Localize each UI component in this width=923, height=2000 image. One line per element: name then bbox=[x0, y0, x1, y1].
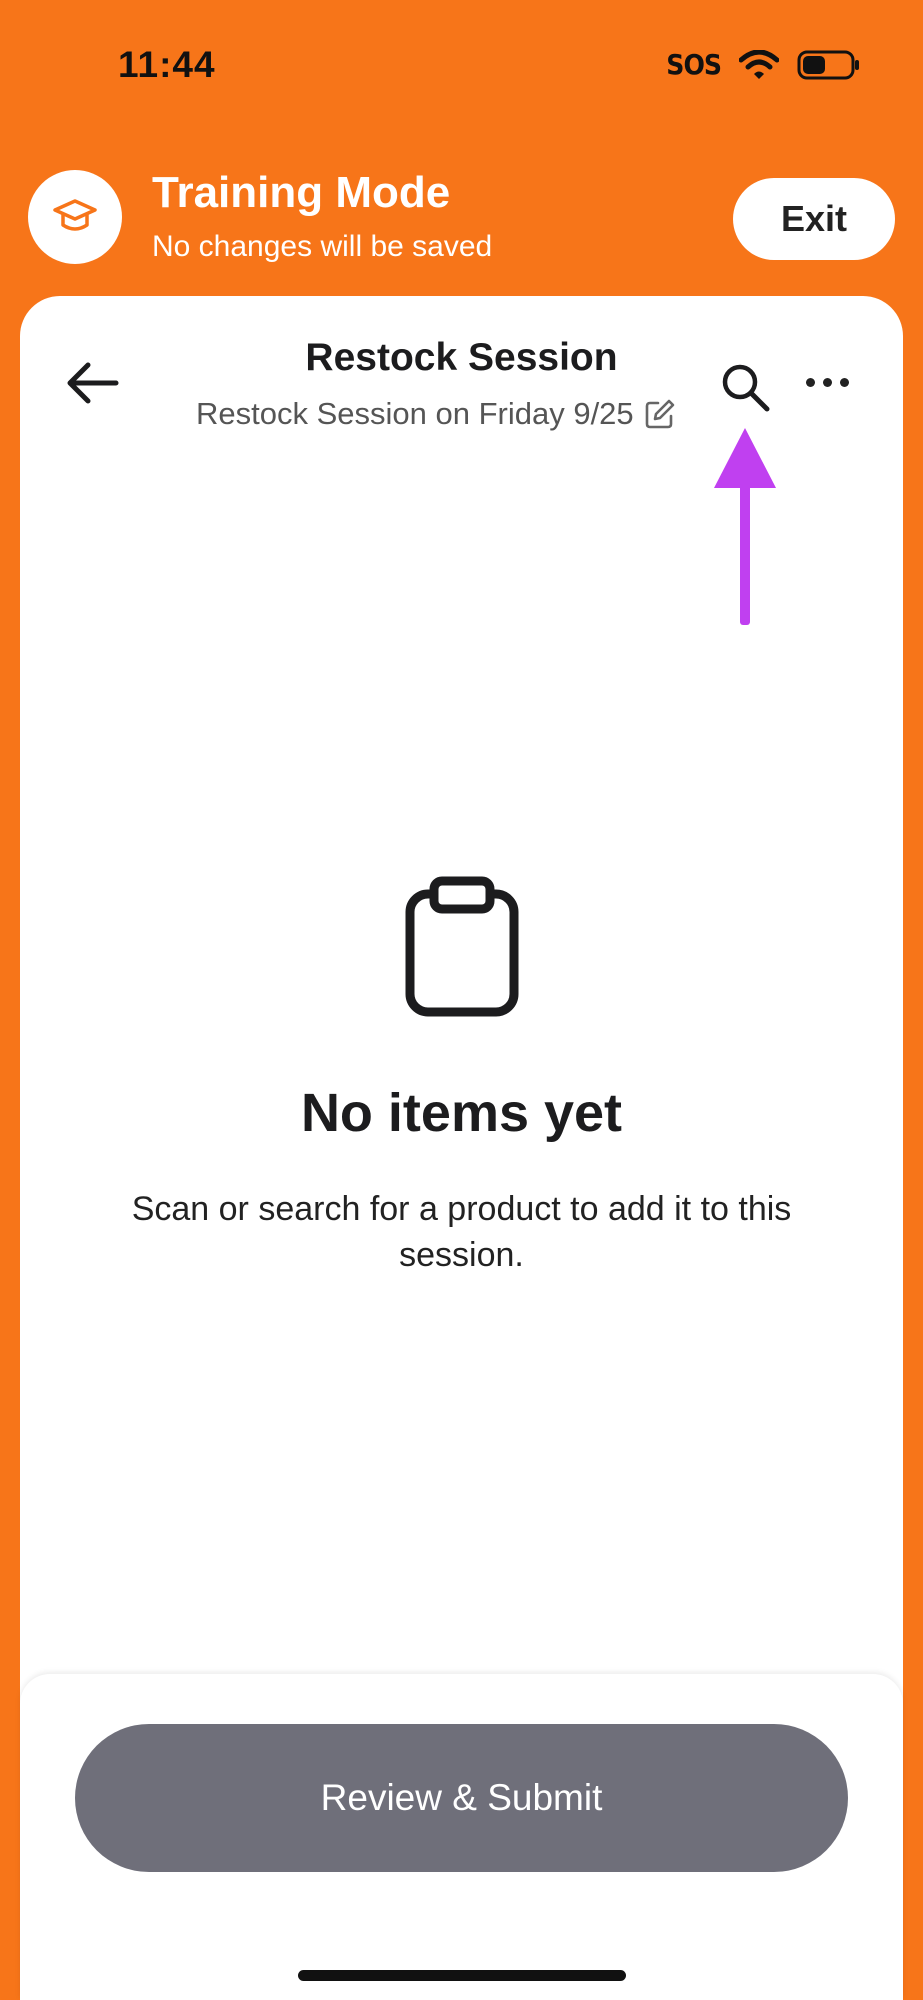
empty-state-description: Scan or search for a product to add it t… bbox=[131, 1190, 792, 1274]
session-name[interactable]: Restock Session on Friday 9/25 bbox=[196, 396, 676, 432]
more-icon[interactable] bbox=[806, 378, 849, 387]
exit-button[interactable]: Exit bbox=[733, 178, 895, 260]
page-title: Restock Session bbox=[305, 336, 618, 379]
training-badge bbox=[28, 170, 122, 264]
more-dot bbox=[840, 378, 849, 387]
edit-icon[interactable] bbox=[644, 398, 676, 430]
graduation-cap-icon bbox=[53, 199, 97, 231]
more-dot bbox=[823, 378, 832, 387]
review-submit-button[interactable]: Review & Submit bbox=[75, 1724, 848, 1872]
training-mode-title: Training Mode bbox=[152, 168, 451, 217]
training-mode-subtitle: No changes will be saved bbox=[152, 230, 493, 263]
status-time: 11:44 bbox=[118, 44, 216, 85]
carrier-label: SOS bbox=[666, 48, 722, 81]
battery-icon bbox=[797, 50, 861, 80]
search-icon[interactable] bbox=[716, 358, 774, 421]
wifi-icon bbox=[739, 49, 779, 80]
session-name-label: Restock Session on Friday 9/25 bbox=[196, 396, 634, 431]
clipboard-icon bbox=[402, 876, 522, 1023]
annotation-arrow bbox=[712, 428, 778, 633]
status-icons: SOS bbox=[666, 48, 861, 81]
empty-state-title: No items yet bbox=[300, 1083, 623, 1143]
more-dot bbox=[806, 378, 815, 387]
home-indicator[interactable] bbox=[298, 1970, 626, 1981]
